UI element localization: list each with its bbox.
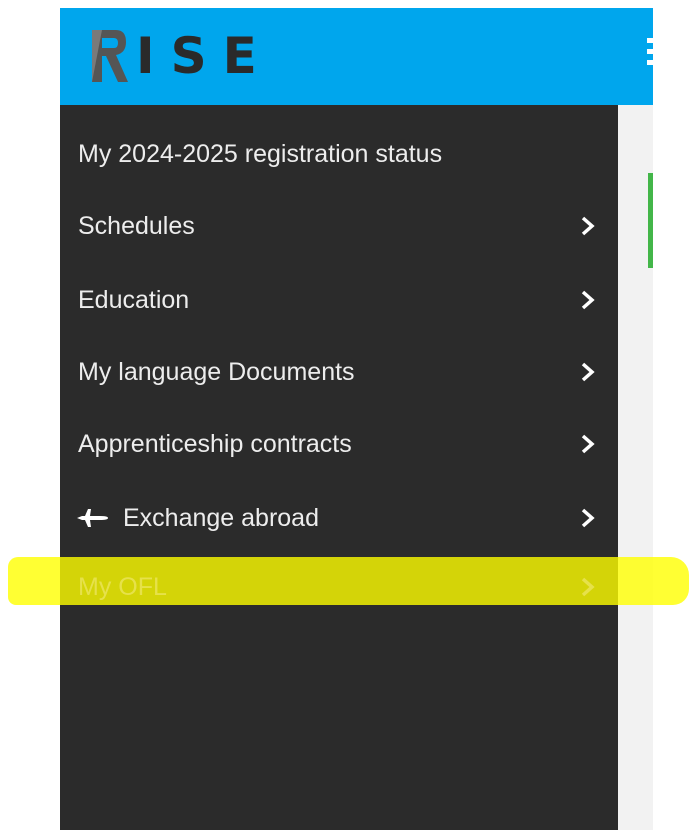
sidebar-item-label: My language Documents — [78, 358, 355, 386]
sidebar-item-label: My 2024-2025 registration status — [78, 140, 443, 168]
sidebar-menu: My 2024-2025 registration status Schedul… — [60, 105, 618, 830]
sidebar-item-label: Apprenticeship contracts — [78, 430, 352, 458]
logo-text: ISE — [136, 27, 273, 85]
chevron-right-icon — [581, 216, 595, 236]
header-bar: ISE — [60, 8, 653, 105]
chevron-right-icon — [581, 434, 595, 454]
sidebar-item-registration-status[interactable]: My 2024-2025 registration status — [60, 132, 618, 176]
chevron-right-icon[interactable] — [580, 577, 596, 597]
sidebar-item-label: Education — [78, 286, 190, 314]
sidebar-item-label: Schedules — [78, 212, 195, 240]
hamburger-menu-icon[interactable] — [647, 38, 653, 74]
chevron-right-icon — [581, 362, 595, 382]
chevron-right-icon — [581, 508, 595, 528]
airplane-icon — [77, 509, 108, 527]
chevron-right-icon — [581, 290, 595, 310]
sidebar-item-label: Exchange abroad — [123, 504, 319, 532]
app-window: ISE My 2024-2025 registration status Sch… — [60, 8, 653, 830]
sidebar-item-apprenticeship-contracts[interactable]: Apprenticeship contracts — [60, 422, 618, 466]
sidebar-item-education[interactable]: Education — [60, 278, 618, 322]
r-logo-mark-icon — [92, 30, 128, 82]
sidebar-item-schedules[interactable]: Schedules — [60, 204, 618, 248]
main-content-area — [618, 105, 653, 830]
sidebar-item-exchange-abroad[interactable]: Exchange abroad — [60, 496, 618, 540]
sidebar-item-language-documents[interactable]: My language Documents — [60, 350, 618, 394]
rise-logo[interactable]: ISE — [88, 26, 273, 86]
status-indicator-bar — [648, 173, 653, 268]
sidebar-item-my-ofl[interactable]: My OFL — [78, 565, 167, 609]
